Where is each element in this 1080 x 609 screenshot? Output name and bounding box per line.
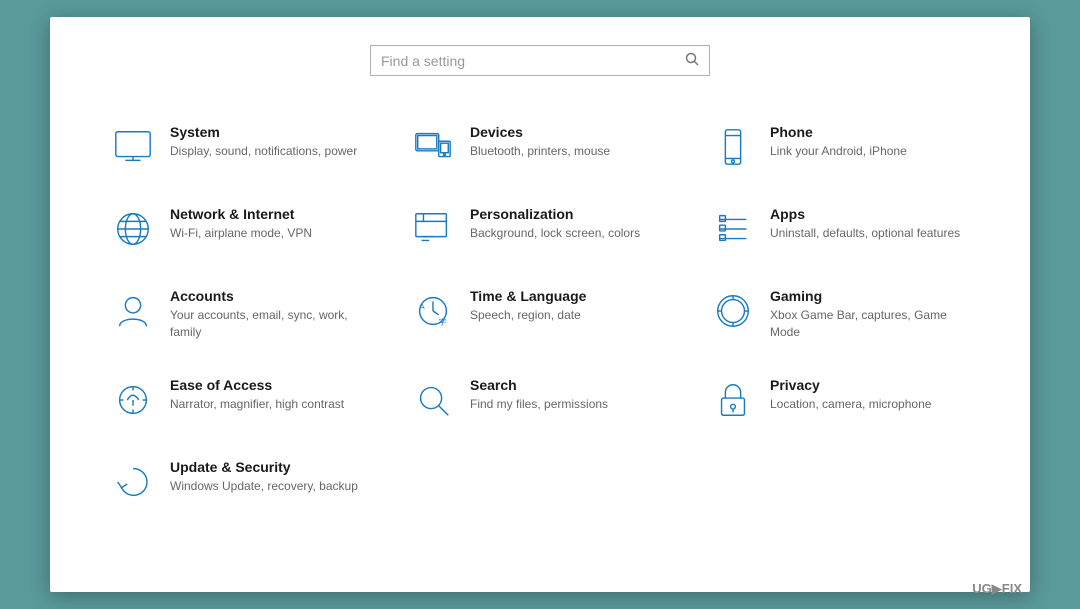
gaming-icon <box>710 288 756 334</box>
setting-title-phone: Phone <box>770 124 970 140</box>
setting-desc-devices: Bluetooth, printers, mouse <box>470 143 670 160</box>
devices-icon <box>410 124 456 170</box>
svg-text:A: A <box>420 302 426 311</box>
setting-item-gaming[interactable]: Gaming Xbox Game Bar, captures, Game Mod… <box>690 270 990 359</box>
svg-text:字: 字 <box>439 316 447 326</box>
setting-item-privacy[interactable]: Privacy Location, camera, microphone <box>690 359 990 441</box>
settings-grid: System Display, sound, notifications, po… <box>90 106 990 523</box>
setting-item-phone[interactable]: Phone Link your Android, iPhone <box>690 106 990 188</box>
setting-item-ease[interactable]: Ease of Access Narrator, magnifier, high… <box>90 359 390 441</box>
time-icon: A 字 <box>410 288 456 334</box>
setting-title-accounts: Accounts <box>170 288 370 304</box>
setting-desc-update: Windows Update, recovery, backup <box>170 478 370 495</box>
setting-title-network: Network & Internet <box>170 206 370 222</box>
setting-item-update[interactable]: Update & Security Windows Update, recove… <box>90 441 390 523</box>
setting-desc-system: Display, sound, notifications, power <box>170 143 370 160</box>
setting-item-system[interactable]: System Display, sound, notifications, po… <box>90 106 390 188</box>
search-input[interactable] <box>381 53 685 69</box>
phone-icon <box>710 124 756 170</box>
apps-icon <box>710 206 756 252</box>
setting-title-devices: Devices <box>470 124 670 140</box>
setting-desc-accounts: Your accounts, email, sync, work, family <box>170 307 370 341</box>
setting-title-update: Update & Security <box>170 459 370 475</box>
setting-desc-ease: Narrator, magnifier, high contrast <box>170 396 370 413</box>
setting-title-search: Search <box>470 377 670 393</box>
setting-item-time[interactable]: A 字 Time & Language Speech, region, date <box>390 270 690 359</box>
setting-title-ease: Ease of Access <box>170 377 370 393</box>
setting-item-search[interactable]: Search Find my files, permissions <box>390 359 690 441</box>
setting-desc-phone: Link your Android, iPhone <box>770 143 970 160</box>
setting-title-apps: Apps <box>770 206 970 222</box>
setting-item-network[interactable]: Network & Internet Wi-Fi, airplane mode,… <box>90 188 390 270</box>
accounts-icon <box>110 288 156 334</box>
setting-desc-search: Find my files, permissions <box>470 396 670 413</box>
setting-desc-network: Wi-Fi, airplane mode, VPN <box>170 225 370 242</box>
update-icon <box>110 459 156 505</box>
setting-desc-apps: Uninstall, defaults, optional features <box>770 225 970 242</box>
setting-title-gaming: Gaming <box>770 288 970 304</box>
search-container <box>370 45 710 76</box>
search-bar <box>370 45 710 76</box>
search-icon <box>410 377 456 423</box>
setting-title-privacy: Privacy <box>770 377 970 393</box>
setting-desc-privacy: Location, camera, microphone <box>770 396 970 413</box>
setting-desc-gaming: Xbox Game Bar, captures, Game Mode <box>770 307 970 341</box>
setting-desc-time: Speech, region, date <box>470 307 670 324</box>
system-icon <box>110 124 156 170</box>
network-icon <box>110 206 156 252</box>
setting-item-apps[interactable]: Apps Uninstall, defaults, optional featu… <box>690 188 990 270</box>
ease-icon <box>110 377 156 423</box>
settings-window: System Display, sound, notifications, po… <box>50 17 1030 592</box>
setting-item-devices[interactable]: Devices Bluetooth, printers, mouse <box>390 106 690 188</box>
setting-item-accounts[interactable]: Accounts Your accounts, email, sync, wor… <box>90 270 390 359</box>
watermark: UG▶FIX <box>972 581 1022 597</box>
setting-title-time: Time & Language <box>470 288 670 304</box>
setting-desc-personalization: Background, lock screen, colors <box>470 225 670 242</box>
privacy-icon <box>710 377 756 423</box>
personalization-icon <box>410 206 456 252</box>
setting-title-personalization: Personalization <box>470 206 670 222</box>
search-icon <box>685 52 699 69</box>
setting-title-system: System <box>170 124 370 140</box>
setting-item-personalization[interactable]: Personalization Background, lock screen,… <box>390 188 690 270</box>
